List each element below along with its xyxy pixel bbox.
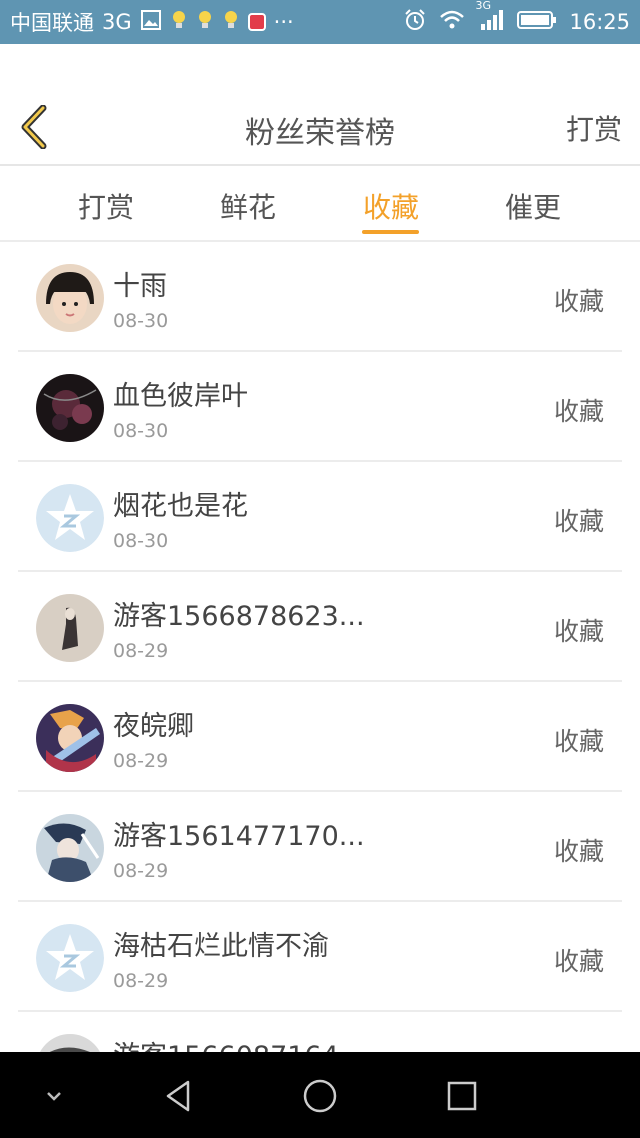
gallery-icon (140, 9, 162, 36)
app-notification-icon (247, 13, 266, 31)
user-name: 烟花也是花 (113, 491, 248, 522)
date-label: 08-30 (113, 530, 169, 552)
user-name: 海枯石烂此情不渝 (113, 931, 329, 962)
user-name: 游客1561477170... (113, 821, 365, 852)
system-nav-bar (0, 1052, 640, 1138)
tab-flowers[interactable]: 鲜花 (198, 186, 298, 226)
network-type-label: 3G (102, 10, 132, 34)
list-item[interactable]: 海枯石烂此情不渝 08-29 收藏 (0, 902, 640, 1012)
date-label: 08-30 (113, 310, 169, 332)
user-name: 十雨 (113, 271, 167, 302)
default-avatar-icon (36, 484, 104, 552)
alarm-icon (403, 8, 427, 37)
carrier-label: 中国联通 (10, 11, 94, 35)
avatar (36, 374, 104, 442)
date-label: 08-30 (113, 420, 169, 442)
user-name: 血色彼岸叶 (113, 381, 248, 412)
action-label: 收藏 (553, 507, 604, 536)
list-item[interactable]: 游客1561477170... 08-29 收藏 (0, 792, 640, 902)
list-item[interactable]: 十雨 08-30 收藏 (0, 242, 640, 352)
list-item[interactable]: 夜皖卿 08-29 收藏 (0, 682, 640, 792)
avatar (36, 594, 104, 662)
hide-keyboard-button[interactable] (32, 1074, 76, 1118)
action-label: 收藏 (553, 287, 604, 316)
action-label: 收藏 (553, 837, 604, 866)
back-triangle-icon (166, 1080, 190, 1112)
tab-bar: 打赏 鲜花 收藏 催更 (0, 166, 640, 240)
tab-urge[interactable]: 催更 (483, 186, 583, 226)
fan-list: 十雨 08-30 收藏 血色彼岸叶 08-30 收藏 烟花也是花 08-30 收… (0, 242, 640, 1052)
avatar (36, 1034, 104, 1052)
bulb-icon (196, 9, 214, 36)
avatar (36, 704, 104, 772)
recents-nav-button[interactable] (440, 1074, 484, 1118)
recents-square-icon (447, 1081, 477, 1111)
list-item[interactable]: 血色彼岸叶 08-30 收藏 (0, 352, 640, 462)
home-circle-icon (303, 1079, 337, 1113)
signal-icon: 3G (475, 0, 505, 36)
list-item[interactable]: 游客1566878623... 08-29 收藏 (0, 572, 640, 682)
tab-favorites[interactable]: 收藏 (341, 186, 441, 226)
active-tab-indicator (362, 230, 419, 234)
list-item[interactable]: 烟花也是花 08-30 收藏 (0, 462, 640, 572)
avatar (36, 264, 104, 332)
default-avatar-icon (36, 924, 104, 992)
user-name: 夜皖卿 (113, 711, 194, 742)
date-label: 08-29 (113, 860, 169, 882)
more-notifications-label: ··· (273, 10, 294, 34)
date-label: 08-29 (113, 970, 169, 992)
avatar (36, 814, 104, 882)
list-item[interactable]: 游客1566087164 (0, 1012, 640, 1052)
back-nav-button[interactable] (156, 1074, 200, 1118)
date-label: 08-29 (113, 750, 169, 772)
bulb-icon (222, 9, 240, 36)
chevron-down-icon (47, 1092, 61, 1101)
action-label: 收藏 (553, 947, 604, 976)
action-label: 收藏 (553, 727, 604, 756)
battery-icon (517, 9, 557, 36)
date-label: 08-29 (113, 640, 169, 662)
user-name: 游客1566087164 (113, 1034, 339, 1052)
reward-button[interactable]: 打赏 (566, 108, 622, 148)
signal-network-label: 3G (475, 0, 491, 12)
page-title: 粉丝荣誉榜 (245, 116, 395, 151)
tab-reward[interactable]: 打赏 (56, 186, 156, 226)
action-label: 收藏 (553, 617, 604, 646)
home-nav-button[interactable] (298, 1074, 342, 1118)
clock-label: 16:25 (569, 10, 630, 34)
wifi-icon (439, 9, 465, 36)
action-label: 收藏 (553, 397, 604, 426)
bulb-icon (170, 9, 188, 36)
app-header: 粉丝荣誉榜 打赏 (0, 44, 640, 164)
status-bar: 中国联通 3G ··· 3G 16:25 (0, 0, 640, 44)
user-name: 游客1566878623... (113, 601, 365, 632)
